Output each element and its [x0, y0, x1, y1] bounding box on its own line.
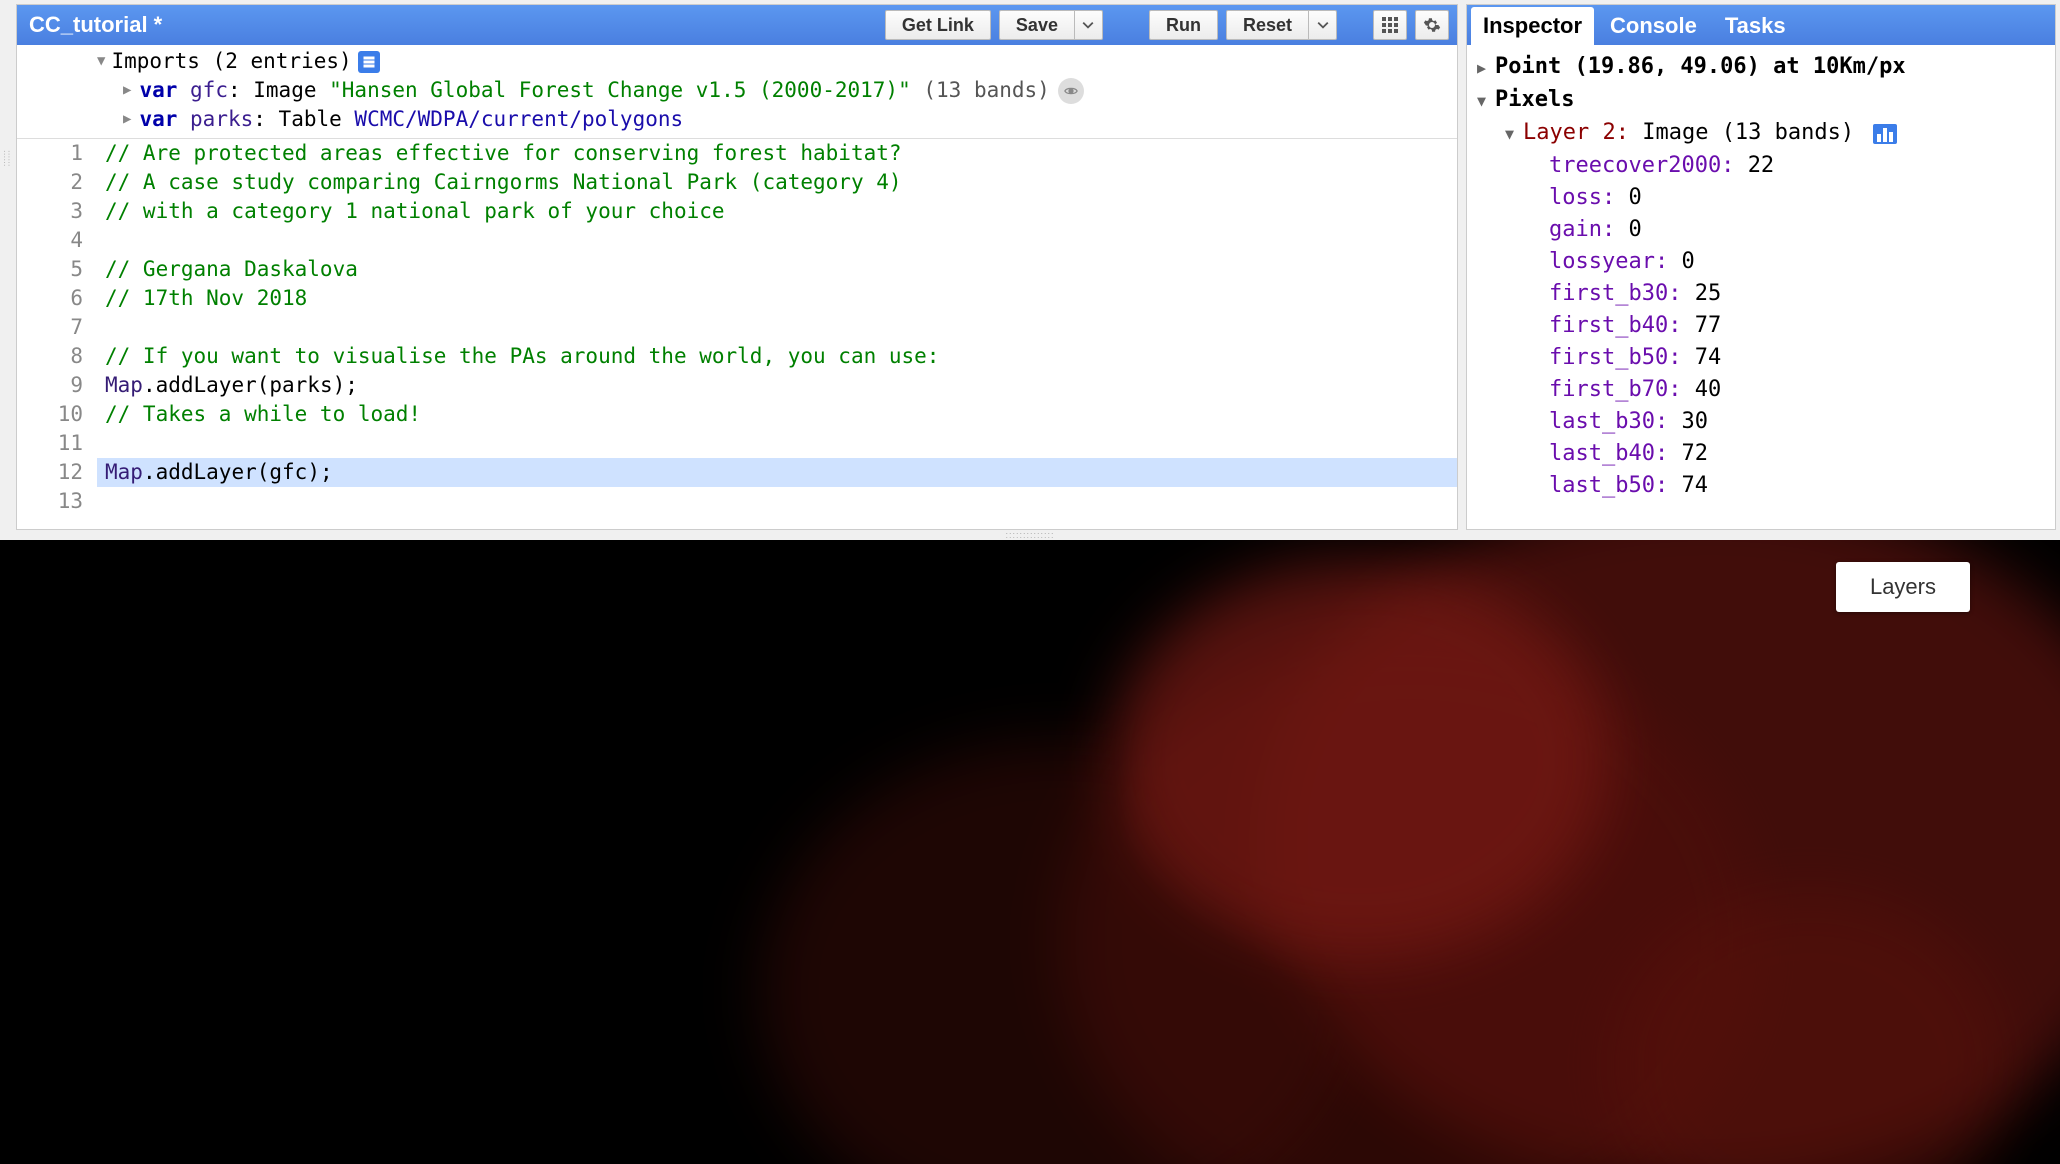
pixels-toggle[interactable]: ▼	[1477, 85, 1495, 117]
import-entry[interactable]: var gfc: Image "Hansen Global Forest Cha…	[97, 76, 1457, 105]
reset-button[interactable]: Reset	[1226, 10, 1309, 40]
import-type: Table	[279, 107, 342, 131]
imports-section: Imports (2 entries) var gfc: Image "Hans…	[17, 45, 1457, 139]
import-varname: parks	[190, 107, 253, 131]
import-desc: "Hansen Global Forest Change v1.5 (2000-…	[329, 78, 911, 102]
code-line[interactable]: // A case study comparing Cairngorms Nat…	[97, 168, 1457, 197]
editor-toolbar: CC_tutorial * Get Link Save Run Reset	[17, 5, 1457, 45]
import-toggle[interactable]	[123, 76, 131, 105]
chevron-down-icon	[1317, 19, 1329, 31]
list-icon	[362, 55, 376, 69]
code-line[interactable]: Map.addLayer(gfc);	[97, 458, 1457, 487]
inspector-property: first_b70: 40	[1477, 374, 2045, 406]
layer-desc: Image (13 bands)	[1642, 120, 1854, 145]
inspector-pixels: Pixels	[1495, 87, 1574, 112]
code-line[interactable]	[97, 226, 1457, 255]
code-line[interactable]: // with a category 1 national park of yo…	[97, 197, 1457, 226]
save-dropdown-button[interactable]	[1075, 10, 1103, 40]
tab-tasks[interactable]: Tasks	[1713, 7, 1798, 45]
save-button[interactable]: Save	[999, 10, 1075, 40]
code-line[interactable]: // Takes a while to load!	[97, 400, 1457, 429]
run-button[interactable]: Run	[1149, 10, 1218, 40]
script-title: CC_tutorial *	[25, 12, 877, 38]
line-gutter: 12345678910111213	[17, 139, 97, 529]
layer-label: Layer 2:	[1523, 120, 1629, 145]
inspector-body: ▶Point (19.86, 49.06) at 10Km/px ▼Pixels…	[1467, 45, 2055, 529]
inspector-property: last_b40: 72	[1477, 438, 2045, 470]
get-link-button[interactable]: Get Link	[885, 10, 991, 40]
code-line[interactable]: // Are protected areas effective for con…	[97, 139, 1457, 168]
import-entry[interactable]: var parks: Table WCMC/WDPA/current/polyg…	[97, 105, 1457, 134]
var-keyword: var	[139, 107, 177, 131]
import-varname: gfc	[190, 78, 228, 102]
imports-header-label: Imports (2 entries)	[111, 47, 351, 76]
import-bands: (13 bands)	[923, 78, 1049, 102]
inspector-property: loss: 0	[1477, 182, 2045, 214]
point-toggle[interactable]: ▶	[1477, 52, 1495, 84]
code-editor[interactable]: 12345678910111213 // Are protected areas…	[17, 139, 1457, 529]
inspector-property: treecover2000: 22	[1477, 150, 2045, 182]
layer-toggle[interactable]: ▼	[1505, 118, 1523, 150]
inspector-property: last_b50: 74	[1477, 470, 2045, 502]
copy-imports-button[interactable]	[358, 51, 380, 73]
visibility-toggle[interactable]	[1058, 78, 1084, 104]
code-line[interactable]: // If you want to visualise the PAs arou…	[97, 342, 1457, 371]
settings-button[interactable]	[1415, 10, 1449, 40]
import-link[interactable]: WCMC/WDPA/current/polygons	[354, 107, 683, 131]
apps-grid-icon	[1381, 16, 1399, 34]
resize-handle[interactable]: ::::::::::::::	[0, 530, 2060, 540]
chevron-down-icon	[1082, 19, 1094, 31]
layers-button[interactable]: Layers	[1836, 562, 1970, 612]
reset-dropdown-button[interactable]	[1309, 10, 1337, 40]
var-keyword: var	[139, 78, 177, 102]
inspector-property: first_b50: 74	[1477, 342, 2045, 374]
gear-icon	[1423, 16, 1441, 34]
tab-inspector[interactable]: Inspector	[1471, 7, 1594, 45]
code-line[interactable]: Map.addLayer(parks);	[97, 371, 1457, 400]
eye-icon	[1064, 84, 1078, 98]
inspector-property: lossyear: 0	[1477, 246, 2045, 278]
tab-console[interactable]: Console	[1598, 7, 1709, 45]
inspector-property: first_b40: 77	[1477, 310, 2045, 342]
code-line[interactable]	[97, 313, 1457, 342]
code-line[interactable]: // Gergana Daskalova	[97, 255, 1457, 284]
inspector-panel: Inspector Console Tasks ▶Point (19.86, 4…	[1466, 4, 2056, 530]
import-type: Image	[253, 78, 316, 102]
map-view[interactable]: Layers	[0, 540, 2060, 1164]
code-line[interactable]	[97, 487, 1457, 516]
right-tabs: Inspector Console Tasks	[1467, 5, 2055, 45]
inspector-property: gain: 0	[1477, 214, 2045, 246]
code-area[interactable]: // Are protected areas effective for con…	[97, 139, 1457, 529]
code-line[interactable]: // 17th Nov 2018	[97, 284, 1457, 313]
code-line[interactable]	[97, 429, 1457, 458]
drag-handle-icon[interactable]: ::::::	[2, 150, 12, 190]
inspector-property: first_b30: 25	[1477, 278, 2045, 310]
chart-icon-button[interactable]	[1873, 124, 1897, 144]
imports-toggle[interactable]	[97, 47, 105, 76]
inspector-property: last_b30: 30	[1477, 406, 2045, 438]
editor-panel: :::::: CC_tutorial * Get Link Save Run R…	[16, 4, 1458, 530]
inspector-point: Point (19.86, 49.06) at 10Km/px	[1495, 54, 1906, 79]
import-toggle[interactable]	[123, 105, 131, 134]
apps-grid-button[interactable]	[1373, 10, 1407, 40]
